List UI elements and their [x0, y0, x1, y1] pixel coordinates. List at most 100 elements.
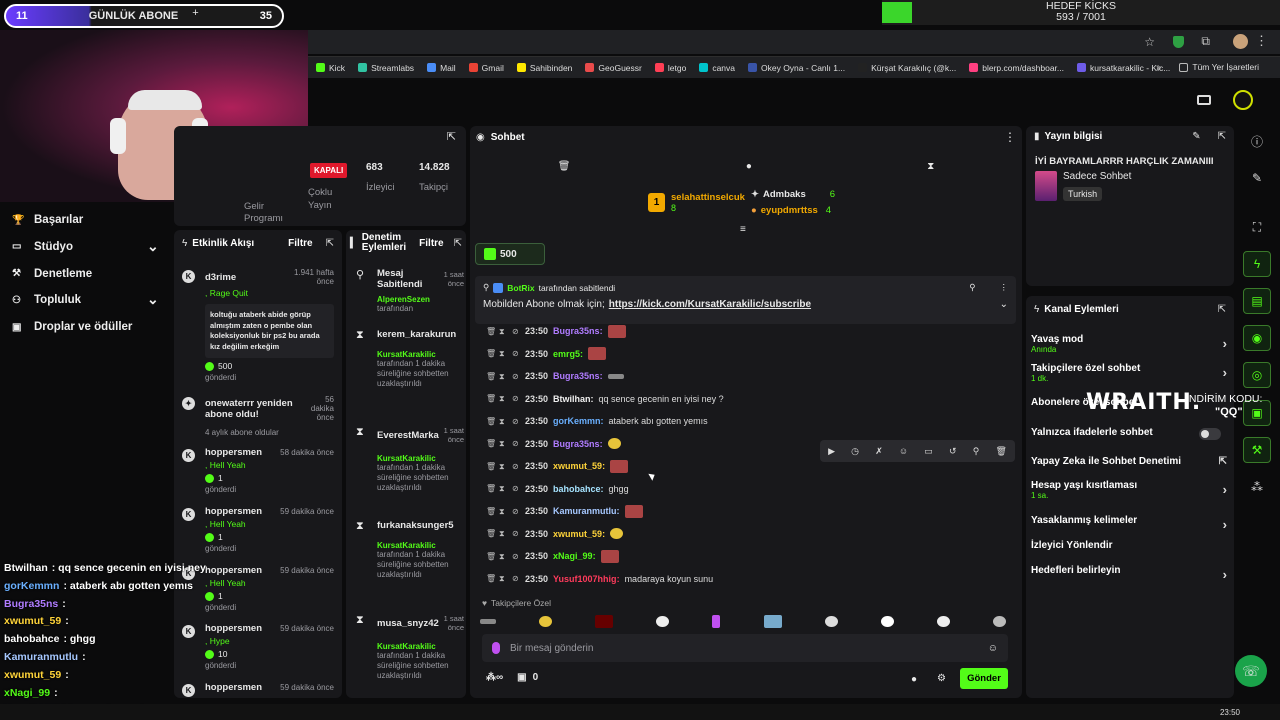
shield-icon[interactable] [1173, 36, 1184, 48]
channel-action-item[interactable]: Yapay Zeka ile Sohbet Denetimi ⇱ [1031, 456, 1227, 478]
timeout-icon[interactable]: ⧗ [499, 394, 507, 403]
pinned-link[interactable]: https://kick.com/KursatKarakilic/subscri… [609, 299, 811, 310]
emote-icon[interactable] [880, 615, 894, 627]
edit-icon[interactable]: ✎ [1243, 165, 1271, 191]
bookmark-item[interactable]: canva [699, 63, 735, 73]
settings-gear-icon[interactable]: ⚙ [937, 673, 946, 684]
address-bar[interactable]: ☆ ⧉ ⋮ [308, 30, 1280, 54]
user-avatar[interactable] [1233, 90, 1253, 110]
chat-message[interactable]: 🗑 ⧗ ⊘ 23:50 xwumut_59: [486, 457, 629, 475]
ban-icon[interactable]: ⊘ [512, 484, 520, 493]
delete-icon[interactable]: 🗑 [486, 394, 496, 403]
chat-message[interactable]: 🗑 ⧗ ⊘ 23:50 xNagi_99: [486, 547, 619, 565]
emote-icon[interactable] [712, 614, 721, 628]
ban-icon[interactable]: ⊘ [512, 462, 520, 471]
popout-icon[interactable]: ⇱ [454, 238, 462, 249]
delete-icon[interactable]: 🗑 [486, 462, 496, 471]
chevron-down-icon[interactable]: ⌄ [147, 238, 159, 255]
apps-icon[interactable]: ⁂ [1243, 474, 1271, 500]
timeout-icon[interactable]: ⧗ [499, 484, 507, 493]
activity-user[interactable]: hoppersmen [205, 682, 275, 693]
emote-icon[interactable] [763, 614, 782, 628]
timeout-icon[interactable]: ⧗ [499, 439, 507, 448]
bookmark-item[interactable]: blerp.com/dashboar... [969, 63, 1064, 73]
bookmark-item[interactable]: Gmail [468, 63, 504, 73]
timeout-icon[interactable]: ⧗ [499, 507, 507, 516]
chat-users-icon[interactable]: ● [911, 674, 917, 685]
nav-item[interactable]: ⚇ Topluluk ⌄ [12, 291, 159, 307]
revenue-program[interactable]: Gelir Programı [244, 201, 294, 225]
stream-icon[interactable] [1197, 95, 1211, 105]
activity-user[interactable]: hoppersmen [205, 623, 275, 634]
chevron-right-icon[interactable]: › [1223, 567, 1227, 582]
ban-icon[interactable]: ⊘ [512, 574, 520, 583]
bookmark-item[interactable]: Kürşat Karakılıç (@k... [858, 63, 956, 73]
chat-input[interactable]: Bir mesaj gönderin ☺ [482, 634, 1008, 662]
chat-menu-icon[interactable]: ⋮ [1004, 130, 1016, 144]
channel-action-item[interactable]: Hedefleri belirleyin › [1031, 565, 1227, 587]
timeout-icon[interactable]: ⧗ [499, 529, 507, 538]
delete-icon[interactable]: 🗑 [486, 439, 496, 448]
delete-icon[interactable]: 🗑 [486, 372, 496, 381]
pinned-menu-icon[interactable]: ⋮ [1000, 282, 1009, 293]
activity-user[interactable]: onewaterrr yeniden abone oldu! [205, 398, 297, 420]
chevron-right-icon[interactable]: › [1223, 365, 1227, 380]
chat-username[interactable]: Bugra35ns [553, 439, 600, 449]
emote-icon[interactable] [936, 615, 950, 627]
activity-user[interactable]: hoppersmen [205, 565, 275, 576]
kick-gift-chip[interactable]: 500 [475, 243, 545, 265]
channel-action-item[interactable]: Hesap yaşı kısıtlaması 1 sa. › [1031, 480, 1227, 502]
nav-item[interactable]: ▣ Droplar ve ödüller [12, 321, 132, 333]
chevron-right-icon[interactable]: › [1223, 482, 1227, 497]
multistream-label[interactable]: Çoklu Yayın [308, 186, 338, 212]
profile-avatar[interactable] [1233, 34, 1248, 49]
ban-icon[interactable]: ⊘ [512, 439, 520, 448]
timeout-icon[interactable]: ⧗ [499, 574, 507, 583]
emote-icon[interactable] [480, 618, 496, 624]
channel-action-item[interactable]: Yalnızca ifadelerle sohbet [1031, 427, 1227, 449]
popout-icon[interactable]: ⇱ [1218, 131, 1226, 142]
mod-actor[interactable]: AlperenSezen [377, 295, 464, 304]
external-link-icon[interactable]: ⇱ [1219, 456, 1227, 467]
chat-username[interactable]: Kamuranmutlu [553, 506, 617, 516]
channel-action-item[interactable]: Yavaş mod Anında › [1031, 334, 1227, 356]
wrench-icon[interactable]: ⚒ [1243, 437, 1271, 463]
send-button[interactable]: Gönder [960, 668, 1008, 689]
trash-tab-icon[interactable]: 🗑 [558, 161, 571, 172]
timeout-icon[interactable]: ⧗ [499, 372, 507, 381]
chat-username[interactable]: bahobahce [553, 484, 601, 494]
mod-actor[interactable]: KursatKarakilic [377, 350, 464, 359]
chat-username[interactable]: Bugra35ns [553, 371, 600, 381]
popout-icon[interactable]: ⇱ [1218, 304, 1226, 315]
lightning-icon[interactable]: ϟ [1243, 251, 1271, 277]
delete-icon[interactable]: 🗑 [486, 507, 496, 516]
store-icon[interactable]: ▣ [517, 672, 526, 683]
delete-icon[interactable]: 🗑 [486, 327, 496, 336]
bookmark-item[interactable]: Kick [316, 63, 345, 73]
bookmark-item[interactable]: Mail [427, 63, 456, 73]
emote-icon[interactable] [824, 615, 838, 627]
chat-message[interactable]: 🗑 ⧗ ⊘ 23:50 Kamuranmutlu: [486, 502, 643, 520]
star-icon[interactable]: ☆ [1144, 35, 1155, 49]
timeout-tab-icon[interactable]: ⧗ [927, 161, 934, 172]
timeout-icon[interactable]: ⧗ [499, 462, 507, 471]
delete-icon[interactable]: 🗑 [486, 349, 496, 358]
nav-item[interactable]: ▭ Stüdyo ⌄ [12, 238, 159, 254]
chevron-right-icon[interactable]: › [1223, 517, 1227, 532]
unpin-icon[interactable]: ⚲ [969, 282, 975, 293]
chat-username[interactable]: Bugra35ns [553, 326, 600, 336]
chat-username[interactable]: xwumut_59 [553, 461, 602, 471]
kicks-icon[interactable]: ⁂∞ [486, 672, 503, 683]
emote-icon[interactable] [992, 615, 1006, 627]
timeout-icon[interactable]: ⧗ [499, 349, 507, 358]
ban-icon[interactable]: ⊘ [512, 349, 520, 358]
chat-username[interactable]: xNagi_99 [553, 551, 593, 561]
timeout-icon[interactable]: ⧗ [499, 417, 507, 426]
menu-dots-icon[interactable]: ⋮ [1255, 33, 1268, 49]
toggle-switch[interactable] [1199, 428, 1221, 440]
popout-icon[interactable]: ⇱ [447, 130, 456, 143]
activity-user[interactable]: hoppersmen [205, 506, 275, 517]
delete-icon[interactable]: 🗑 [486, 574, 496, 583]
emote-icon[interactable] [656, 615, 670, 627]
chevron-down-icon[interactable]: ⌄ [1000, 299, 1008, 310]
